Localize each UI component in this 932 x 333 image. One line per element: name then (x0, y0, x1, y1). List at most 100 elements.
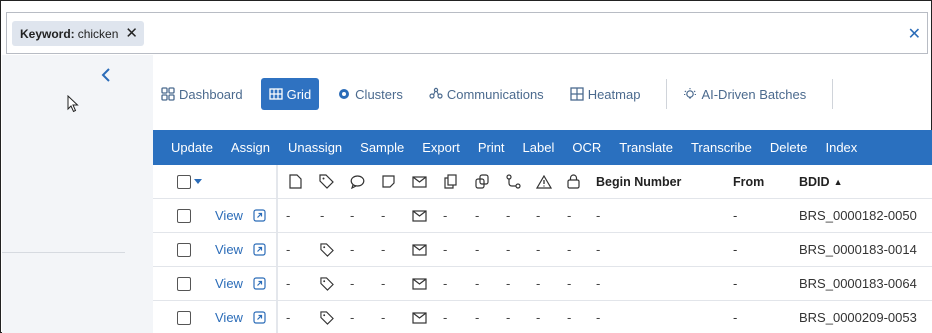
lightbulb-icon (684, 88, 697, 99)
tab-ai-driven-batches-label: AI-Driven Batches (701, 86, 807, 102)
empty-value: - (475, 276, 480, 291)
tab-heatmap[interactable]: Heatmap (562, 78, 649, 110)
row-checkbox[interactable] (177, 233, 191, 266)
tab-ai-driven-batches[interactable]: AI-Driven Batches (675, 78, 814, 110)
empty-value: - (567, 310, 572, 325)
table-row[interactable]: View - - - - - - - - - - BRS_0000183-0064 (153, 267, 932, 301)
empty-value: - (286, 208, 291, 223)
tag-icon[interactable] (319, 165, 334, 198)
bdid-value: BRS_0000183-0014 (799, 242, 917, 257)
empty-value: - (350, 208, 355, 223)
table-row[interactable]: View - - - - - - - - - - - BRS_0000182-0050 (153, 199, 932, 233)
communications-icon (429, 87, 443, 99)
empty-value: - (286, 242, 291, 257)
view-link[interactable]: View (215, 267, 243, 300)
bdid-value: BRS_0000209-0053 (799, 310, 917, 325)
comment-icon[interactable] (350, 165, 365, 198)
sample-button[interactable]: Sample (360, 140, 404, 155)
transcribe-button[interactable]: Transcribe (691, 140, 752, 155)
chip-label: Keyword: (20, 26, 75, 41)
label-button[interactable]: Label (523, 140, 555, 155)
thread-icon[interactable] (506, 165, 521, 198)
open-external-icon[interactable] (253, 301, 266, 333)
empty-value: - (567, 208, 572, 223)
empty-value: - (443, 242, 448, 257)
tab-dashboard[interactable]: Dashboard (153, 78, 251, 110)
lock-icon[interactable] (567, 165, 580, 198)
column-bdid[interactable]: BDID ▲ (799, 165, 842, 198)
tab-communications[interactable]: Communications (421, 78, 552, 110)
collapse-chevron-icon[interactable] (101, 67, 111, 88)
email-icon (412, 301, 427, 333)
email-icon[interactable] (412, 165, 427, 198)
view-link[interactable]: View (215, 233, 243, 266)
tab-separator (666, 79, 668, 109)
email-icon (412, 267, 427, 300)
empty-value: - (443, 208, 448, 223)
empty-value: - (596, 242, 601, 257)
empty-value: - (381, 208, 386, 223)
assign-button[interactable]: Assign (231, 140, 270, 155)
tab-grid[interactable]: Grid (260, 78, 320, 110)
column-begin-number[interactable]: Begin Number (596, 165, 681, 198)
keyword-chip: Keyword: chicken ✕ (12, 21, 144, 46)
empty-value: - (536, 310, 541, 325)
clusters-icon (339, 89, 350, 99)
empty-value: - (286, 310, 291, 325)
dashboard-icon (161, 87, 175, 101)
open-external-icon[interactable] (253, 267, 266, 300)
search-bar[interactable]: Keyword: chicken ✕ ✕ (6, 12, 928, 54)
note-icon[interactable] (382, 165, 395, 198)
side-divider (2, 252, 125, 253)
results-grid: Begin Number From BDID ▲ View - - - - - - - - - - -… (153, 165, 932, 333)
table-row[interactable]: View - - - - - - - - - - BRS_0000209-0053 (153, 301, 932, 333)
select-all-checkbox[interactable] (177, 165, 202, 198)
table-row[interactable]: View - - - - - - - - - - BRS_0000183-0014 (153, 233, 932, 267)
update-button[interactable]: Update (171, 140, 213, 155)
action-toolbar: Update Assign Unassign Sample Export Pri… (153, 130, 932, 165)
unassign-button[interactable]: Unassign (288, 140, 342, 155)
translate-button[interactable]: Translate (619, 140, 673, 155)
empty-value: - (475, 310, 480, 325)
empty-value: - (536, 208, 541, 223)
empty-value: - (286, 276, 291, 291)
column-from[interactable]: From (733, 165, 764, 198)
row-checkbox[interactable] (177, 301, 191, 333)
open-external-icon[interactable] (253, 199, 266, 232)
from-value: - (733, 242, 738, 257)
tab-communications-label: Communications (446, 86, 544, 102)
chevron-down-icon (194, 178, 202, 184)
index-button[interactable]: Index (825, 140, 857, 155)
copy-icon[interactable] (475, 165, 489, 198)
email-icon (412, 233, 427, 266)
column-bdid-label: BDID (799, 174, 830, 189)
empty-value: - (443, 310, 448, 325)
export-button[interactable]: Export (422, 140, 460, 155)
row-checkbox[interactable] (177, 199, 191, 232)
tag-icon (320, 233, 334, 266)
table-header: Begin Number From BDID ▲ (153, 165, 932, 199)
delete-button[interactable]: Delete (770, 140, 808, 155)
remove-chip-icon[interactable]: ✕ (125, 26, 138, 41)
grid-icon (268, 88, 283, 100)
document-icon[interactable] (289, 165, 302, 198)
print-button[interactable]: Print (478, 140, 505, 155)
empty-value: - (506, 276, 511, 291)
view-link[interactable]: View (215, 199, 243, 232)
view-link[interactable]: View (215, 301, 243, 333)
tab-clusters[interactable]: Clusters (329, 78, 411, 110)
row-checkbox[interactable] (177, 267, 191, 300)
email-icon (412, 199, 427, 232)
empty-value: - (381, 310, 386, 325)
clear-search-icon[interactable]: ✕ (908, 24, 921, 44)
empty-value: - (475, 242, 480, 257)
empty-value: - (320, 208, 325, 223)
warning-icon[interactable] (536, 165, 552, 198)
ocr-button[interactable]: OCR (572, 140, 601, 155)
open-external-icon[interactable] (253, 233, 266, 266)
view-tabs: Dashboard Grid Clusters Communications H… (153, 78, 841, 110)
from-value: - (733, 208, 738, 223)
empty-value: - (596, 276, 601, 291)
duplicate-icon[interactable] (444, 165, 457, 198)
tab-clusters-label: Clusters (355, 86, 403, 102)
